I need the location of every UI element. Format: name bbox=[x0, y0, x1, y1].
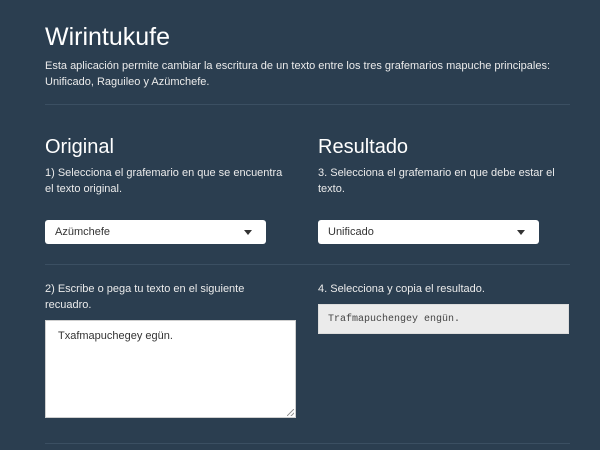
step3-instructions: 3. Selecciona el grafemario en que debe … bbox=[318, 167, 555, 195]
source-grafemario-value: Azümchefe bbox=[55, 226, 111, 238]
caret-down-icon bbox=[244, 230, 252, 235]
step2-instructions: 2) Escribe o pega tu texto en el siguien… bbox=[45, 283, 245, 311]
caret-down-icon bbox=[517, 230, 525, 235]
footer-divider bbox=[45, 443, 570, 444]
result-column: Resultado 3. Selecciona el grafemario en… bbox=[318, 0, 569, 450]
main-container: Wirintukufe Esta aplicación permite camb… bbox=[45, 0, 570, 450]
result-title: Resultado bbox=[318, 136, 409, 158]
step4-instructions: 4. Selecciona y copia el resultado. bbox=[318, 283, 485, 295]
source-grafemario-select[interactable]: Azümchefe bbox=[45, 220, 266, 244]
target-grafemario-select[interactable]: Unificado bbox=[318, 220, 539, 244]
resize-handle-icon[interactable] bbox=[287, 409, 294, 416]
original-title: Original bbox=[45, 136, 114, 158]
original-text-input[interactable]: Txafmapuchegey egün. bbox=[45, 320, 296, 418]
target-grafemario-value: Unificado bbox=[328, 226, 374, 238]
original-column: Original 1) Selecciona el grafemario en … bbox=[45, 0, 296, 450]
original-text-value: Txafmapuchegey egün. bbox=[58, 330, 173, 342]
result-output[interactable]: Trafmapuchengey engün. bbox=[318, 304, 569, 334]
section-divider bbox=[45, 264, 570, 265]
result-output-text[interactable]: Trafmapuchengey engün. bbox=[328, 314, 460, 325]
step1-instructions: 1) Selecciona el grafemario en que se en… bbox=[45, 167, 283, 195]
